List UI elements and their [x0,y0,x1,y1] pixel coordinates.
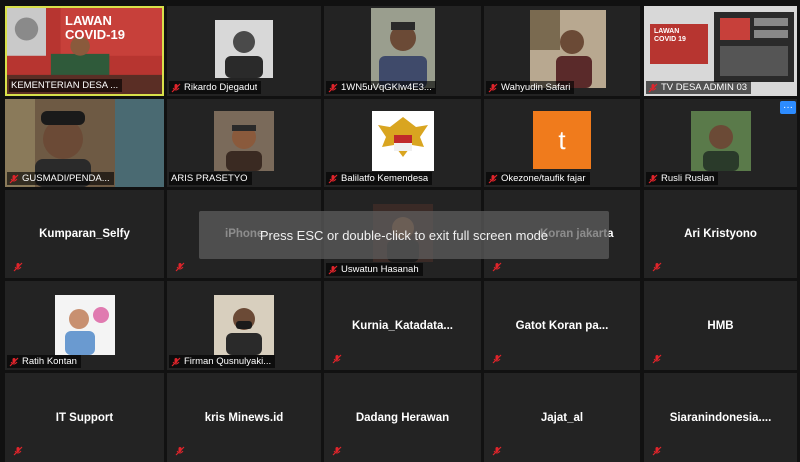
participant-name: Uswatun Hasanah [341,264,419,275]
muted-mic-icon [171,83,181,93]
participant-tile-tv-desa[interactable]: LAWAN COVID 19 TV DESA ADMIN 03 [644,6,797,96]
participant-name: Balilatfo Kemendesa [341,173,429,184]
participant-photo [215,20,273,78]
participant-photo [370,8,435,88]
participant-tile-jajat[interactable]: Jajat_al [484,373,640,462]
participant-tile-ratih[interactable]: Ratih Kontan [5,281,164,370]
muted-mic-icon [652,262,662,272]
muted-mic-icon [492,262,502,272]
participant-photo [214,111,274,171]
muted-mic-icon [175,262,185,272]
more-options-icon: ··· [783,101,793,113]
participant-name: Kumparan_Selfy [39,228,130,240]
participant-name: Ratih Kontan [22,356,77,367]
muted-mic-icon [488,83,498,93]
participant-name-label: Rikardo Djegadut [169,81,262,94]
participant-name-label: Rusli Ruslan [646,172,719,185]
participant-name-label: Ratih Kontan [7,355,81,368]
participant-name: Rusli Ruslan [661,173,715,184]
participant-photo [690,111,751,171]
muted-mic-icon [332,354,342,364]
participant-tile-rikardo[interactable]: Rikardo Djegadut [167,6,321,96]
participant-name: KEMENTERIAN DESA ... [11,80,119,91]
participant-tile-kumparan[interactable]: Kumparan_Selfy [5,190,164,278]
participant-photo [371,111,434,171]
muted-mic-icon [9,174,19,184]
muted-mic-icon [492,446,502,456]
muted-mic-icon [332,446,342,456]
more-options-button[interactable]: ··· [780,101,796,114]
participant-tile-siaranindonesia[interactable]: Siaranindonesia.... [644,373,797,462]
participant-name: Wahyudin Safari [501,82,571,93]
participant-tile-1wn5[interactable]: 1WN5uVqGKlw4E3... [324,6,481,96]
muted-mic-icon [13,446,23,456]
participant-tile-hmb[interactable]: HMB [644,281,797,370]
participant-tile-kris[interactable]: kris Minews.id [167,373,321,462]
participant-name-label: GUSMADI/PENDA... [7,172,114,185]
muted-mic-icon [492,354,502,364]
muted-mic-icon [13,262,23,272]
participant-tile-okezone[interactable]: t Okezone/taufik fajar [484,99,640,187]
fullscreen-exit-notice: Press ESC or double-click to exit full s… [199,211,609,259]
participant-name: TV DESA ADMIN 03 [661,82,748,93]
participant-name: Siaranindonesia.... [669,411,772,424]
muted-mic-icon [328,174,338,184]
participant-name: kris Minews.id [204,411,284,424]
muted-mic-icon [9,357,19,367]
participant-name-label: KEMENTERIAN DESA ... [9,79,123,92]
participant-name-label: TV DESA ADMIN 03 [646,81,752,94]
participant-name-label: 1WN5uVqGKlw4E3... [326,81,436,94]
participant-name-label: Firman Qusnulyaki... [169,355,276,368]
participant-name: Ari Kristyono [684,228,757,240]
participant-tile-wahyudin[interactable]: Wahyudin Safari [484,6,640,96]
participant-name-label: Balilatfo Kemendesa [326,172,433,185]
muted-mic-icon [648,174,658,184]
participant-name: Dadang Herawan [355,411,450,424]
participant-name: Rikardo Djegadut [184,82,258,93]
participant-name: 1WN5uVqGKlw4E3... [341,82,432,93]
participant-photo [54,295,115,355]
participant-name: HMB [707,319,734,332]
muted-mic-icon [652,354,662,364]
participant-tile-ari[interactable]: Ari Kristyono [644,190,797,278]
muted-mic-icon [652,446,662,456]
muted-mic-icon [648,83,658,93]
muted-mic-icon [488,174,498,184]
participant-name: Jajat_al [540,411,584,424]
fullscreen-exit-message: Press ESC or double-click to exit full s… [259,227,549,243]
participant-name: GUSMADI/PENDA... [22,173,110,184]
participant-name-label: Okezone/taufik fajar [486,172,590,185]
participant-tile-kementerian-desa[interactable]: LAWAN COVID-19 KEMENTERIAN DESA ... [5,6,164,96]
muted-mic-icon [328,265,338,275]
participant-name-label: ARIS PRASETYO [169,172,252,185]
participant-photo [214,295,274,355]
muted-mic-icon [171,357,181,367]
covid-banner-text: LAWAN COVID-19 [65,13,125,42]
participant-name: Gatot Koran pa... [515,319,609,332]
participant-tile-kurnia[interactable]: Kurnia_Katadata... [324,281,481,370]
muted-mic-icon [328,83,338,93]
participant-tile-it-support[interactable]: IT Support [5,373,164,462]
participant-name: ARIS PRASETYO [171,173,248,184]
covid-banner-text: LAWAN COVID 19 [654,28,686,43]
participant-name: IT Support [55,411,114,424]
participant-tile-dadang[interactable]: Dadang Herawan [324,373,481,462]
participant-avatar: t [533,111,591,169]
participant-tile-rusli[interactable]: Rusli Ruslan [644,99,797,187]
avatar-letter: t [558,125,566,155]
participant-name: Firman Qusnulyaki... [184,356,272,367]
participant-tile-aris[interactable]: ARIS PRASETYO [167,99,321,187]
muted-mic-icon [175,446,185,456]
participant-name: Kurnia_Katadata... [352,319,453,332]
participant-tile-balilatfo[interactable]: Balilatfo Kemendesa [324,99,481,187]
participant-tile-gusmadi[interactable]: GUSMADI/PENDA... [5,99,164,187]
participant-name-label: Wahyudin Safari [486,81,575,94]
participant-tile-firman[interactable]: Firman Qusnulyaki... [167,281,321,370]
participant-tile-gatot[interactable]: Gatot Koran pa... [484,281,640,370]
participant-photo [530,10,606,88]
participant-name-label: Uswatun Hasanah [326,263,423,276]
participant-name: Okezone/taufik fajar [501,173,586,184]
